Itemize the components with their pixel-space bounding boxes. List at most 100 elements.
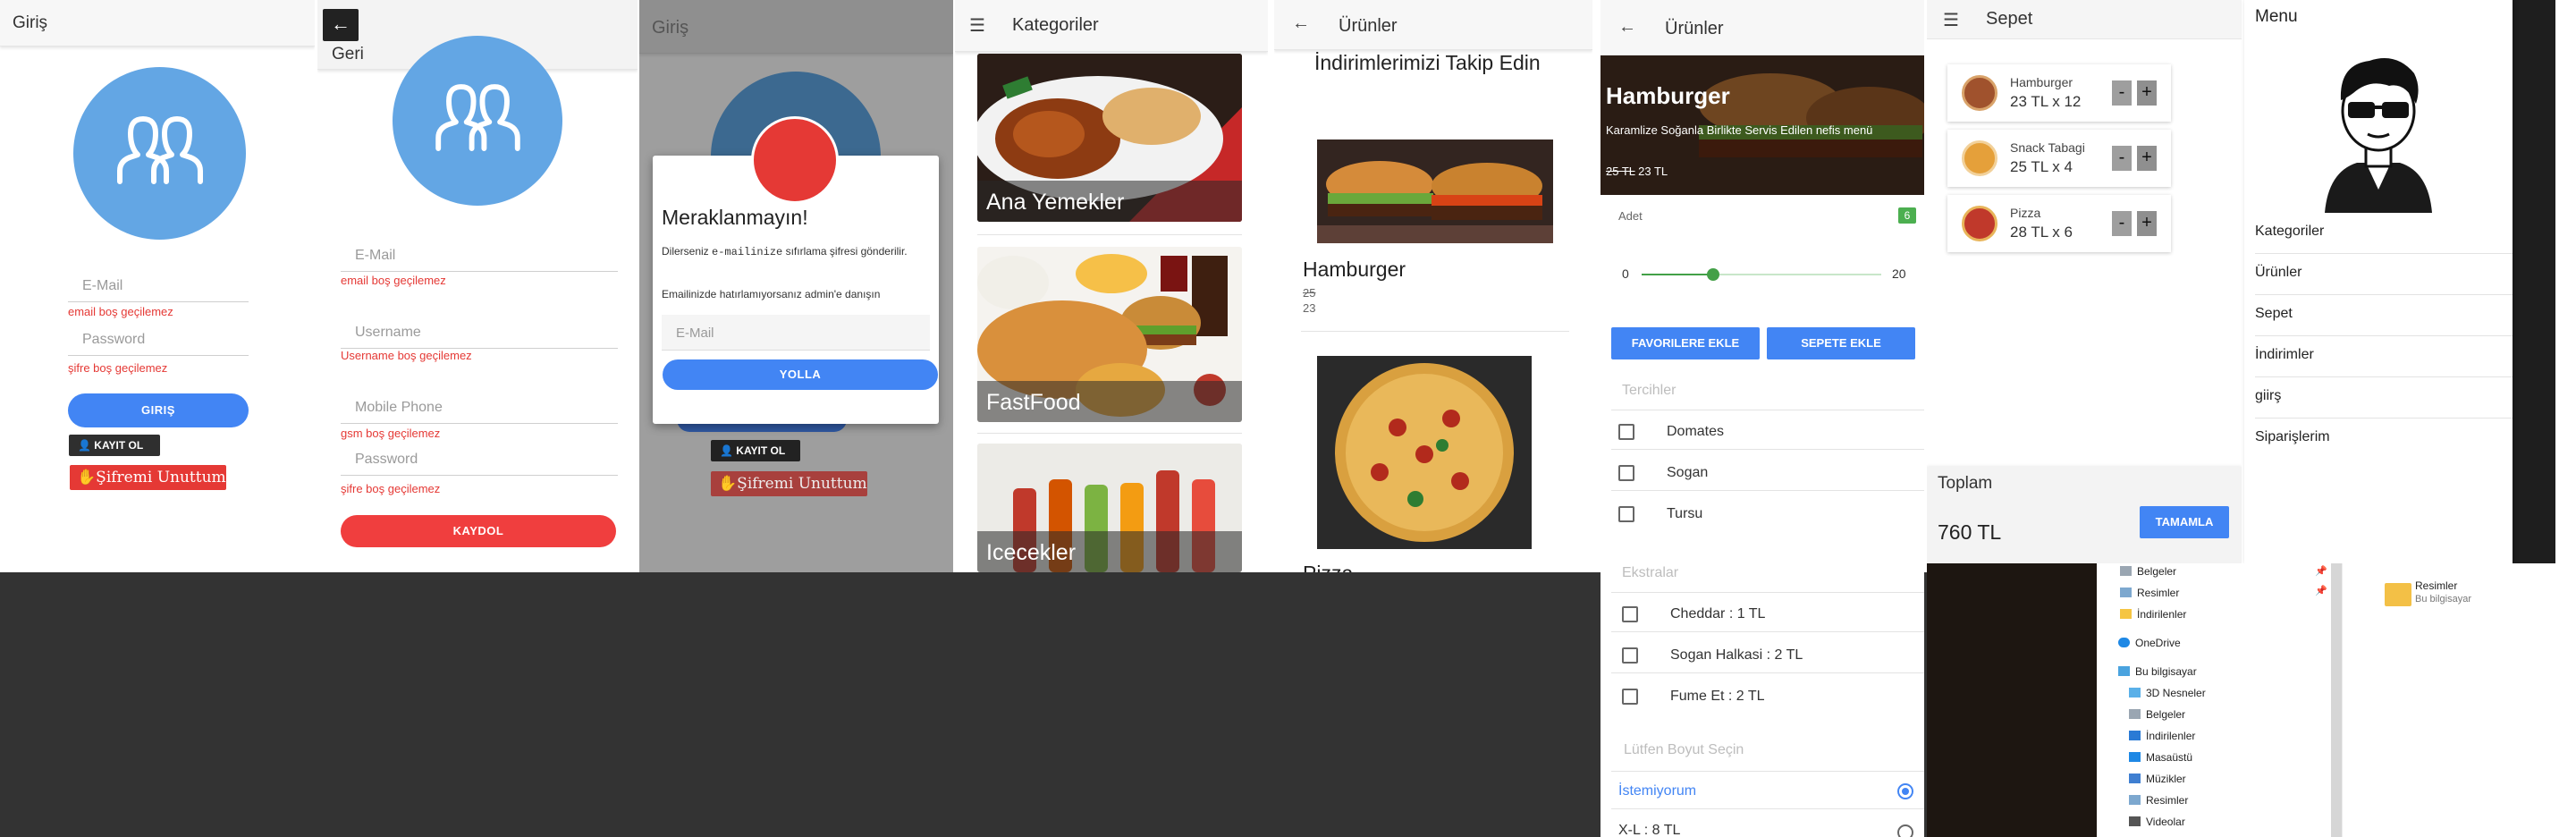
divider [1611, 771, 1924, 772]
password-field[interactable]: Password [341, 444, 618, 476]
hamburger-menu-icon[interactable]: ☰ [969, 14, 985, 37]
arrow-left-icon[interactable]: ← [1292, 13, 1310, 34]
menu-item-categories[interactable]: Kategoriler [2255, 224, 2324, 240]
page-title: Kategoriler [1012, 15, 1099, 35]
product-price: 25 TL 23 TL [1606, 165, 1668, 178]
preferences-title: Tercihler [1622, 383, 1677, 398]
email-error: email boş geçilemez [68, 305, 173, 318]
add-cart-button[interactable]: SEPETE EKLE [1767, 327, 1915, 359]
complete-button[interactable]: TAMAMLA [2140, 506, 2229, 538]
size-radio[interactable] [1897, 824, 1913, 837]
pin-icon: 📌 [2315, 566, 2327, 577]
products-appbar: ← Ürünler [1274, 0, 1592, 50]
tree-item[interactable]: Belgeler [2120, 565, 2176, 578]
email-error: email boş geçilemez [341, 274, 446, 287]
size-title: Lütfen Boyut Seçin [1624, 742, 1744, 757]
category-card-main-dishes[interactable]: Ana Yemekler [977, 54, 1242, 222]
page-title: Giriş [13, 13, 48, 32]
new-price: 23 [1303, 301, 1316, 315]
increase-button[interactable]: + [2137, 80, 2157, 106]
tree-item[interactable]: Resimler [2129, 794, 2188, 807]
email-field[interactable]: E-Mail [68, 270, 249, 302]
login-button[interactable]: GIRIŞ [68, 393, 249, 427]
slider-min: 0 [1622, 266, 1629, 281]
hamburger-menu-icon[interactable]: ☰ [1943, 9, 1959, 31]
tree-item-thispc[interactable]: Bu bilgisayar [2118, 665, 2197, 678]
cart-item-thumb [1962, 75, 1997, 111]
pizza-image[interactable] [1317, 356, 1532, 549]
tree-item[interactable]: Müzikler [2129, 773, 2186, 785]
file-explorer: Belgeler Resimler İndirilenler OneDrive … [2097, 563, 2576, 837]
tree-item[interactable]: Masaüstü [2129, 751, 2192, 764]
quantity-label: Adet [1618, 209, 1643, 223]
divider [1611, 672, 1924, 673]
email-field[interactable]: E-Mail [341, 241, 618, 272]
pref-checkbox[interactable] [1618, 506, 1634, 522]
pref-checkbox[interactable] [1618, 465, 1634, 481]
extra-checkbox[interactable] [1622, 606, 1638, 622]
next-product-name: Pizza [1303, 562, 1353, 572]
tree-item[interactable]: İndirilenler [2129, 730, 2195, 742]
send-button[interactable]: YOLLA [663, 359, 938, 390]
category-card-fastfood[interactable]: FastFood [977, 247, 1242, 422]
forgot-password-button[interactable]: ✋Şifremi Unuttum [70, 465, 226, 490]
decrease-button[interactable]: - [2112, 146, 2132, 171]
divider [1611, 592, 1924, 593]
register-submit-button[interactable]: KAYDOL [341, 515, 616, 547]
tree-item[interactable]: Belgeler [2129, 708, 2185, 721]
size-label-selected[interactable]: İstemiyorum [1618, 783, 1696, 799]
divider [1611, 808, 1924, 809]
tree-item[interactable]: Resimler [2120, 587, 2179, 599]
add-favorites-button[interactable]: FAVORILERE EKLE [1611, 327, 1760, 359]
menu-item-products[interactable]: Ürünler [2255, 265, 2302, 281]
forgot-password-button[interactable]: ✋Şifremi Unuttum [711, 471, 867, 496]
phone-field[interactable]: Mobile Phone [341, 392, 618, 424]
divider [2255, 376, 2513, 377]
register-button[interactable]: 👤 KAYIT OL [711, 440, 800, 461]
page-title: Giriş [652, 18, 689, 38]
extra-checkbox[interactable] [1622, 689, 1638, 705]
hamburger-image[interactable] [1317, 140, 1553, 243]
username-field[interactable]: Username [341, 317, 618, 349]
increase-button[interactable]: + [2137, 146, 2157, 171]
pref-label: Sogan [1667, 465, 1709, 480]
back-button[interactable]: ← [323, 9, 359, 41]
register-button[interactable]: 👤 KAYIT OL [69, 435, 160, 456]
menu-item-discounts[interactable]: İndirimler [2255, 347, 2314, 363]
menu-item-orders[interactable]: Siparişlerim [2255, 429, 2330, 445]
menu-item-cart[interactable]: Sepet [2255, 306, 2293, 322]
divider [1611, 449, 1924, 450]
size-label[interactable]: X-L : 8 TL [1618, 823, 1680, 837]
decrease-button[interactable]: - [2112, 80, 2132, 106]
menu-title: Menu [2255, 7, 2298, 26]
tree-item-onedrive[interactable]: OneDrive [2118, 637, 2181, 649]
size-radio-selected[interactable] [1897, 783, 1913, 799]
category-card-drinks[interactable]: Icecekler [977, 444, 1242, 572]
reset-email-field[interactable]: E-Mail [662, 315, 930, 351]
divider [977, 234, 1242, 235]
extra-label: Cheddar : 1 TL [1670, 606, 1766, 621]
users-icon [435, 84, 520, 151]
tree-item[interactable]: 3D Nesneler [2129, 687, 2206, 699]
register-screen: ← Geri E-Mail email boş geçilemez Userna… [317, 0, 638, 572]
extra-checkbox[interactable] [1622, 647, 1638, 664]
page-title: Ürünler [1665, 19, 1724, 38]
arrow-left-icon[interactable]: ← [1618, 17, 1636, 38]
file-item[interactable]: Resimler Bu bilgisayar [2385, 579, 2510, 619]
app-behind-strip [2511, 0, 2555, 563]
password-error: şifre boş geçilemez [341, 482, 441, 495]
tree-item[interactable]: Videolar [2129, 816, 2185, 828]
back-label[interactable]: Geri [332, 45, 364, 64]
video-icon [2129, 816, 2141, 826]
decrease-button[interactable]: - [2112, 211, 2132, 236]
pref-checkbox[interactable] [1618, 424, 1634, 440]
menu-item-login[interactable]: giirş [2255, 388, 2281, 404]
explorer-scrollbar[interactable] [2331, 563, 2342, 837]
slider-thumb[interactable] [1707, 268, 1719, 281]
tree-item[interactable]: İndirilenler [2120, 608, 2186, 621]
cart-item-name: Snack Tabagi [2010, 140, 2085, 155]
increase-button[interactable]: + [2137, 211, 2157, 236]
folder-icon [2120, 609, 2132, 619]
password-field[interactable]: Password [68, 324, 249, 356]
quantity-slider[interactable] [1642, 268, 1881, 281]
